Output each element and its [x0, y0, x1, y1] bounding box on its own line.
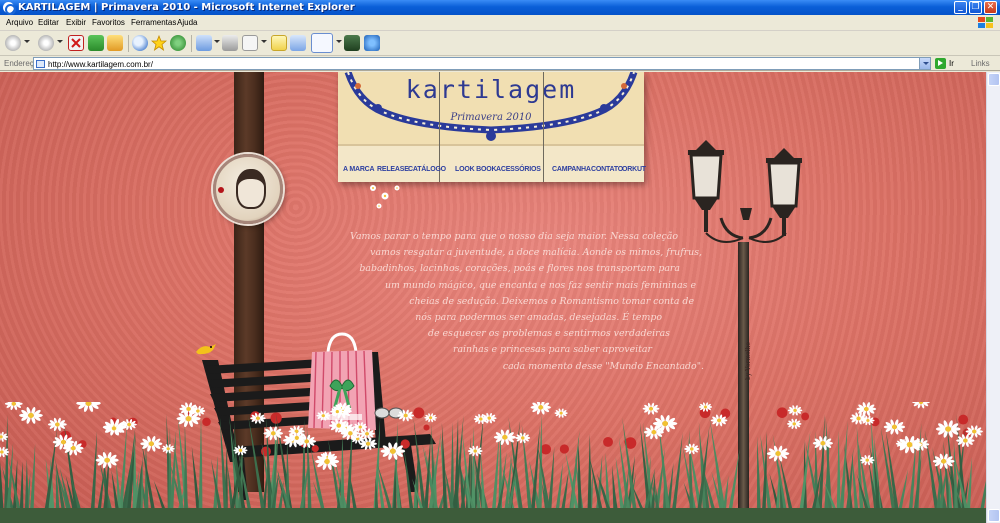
- daisy-icon: [19, 406, 43, 424]
- ground-strip: [0, 508, 986, 523]
- daisy-icon: [140, 435, 163, 452]
- scroll-up-icon[interactable]: [988, 73, 1000, 86]
- daisy-icon: [766, 445, 790, 462]
- search-icon[interactable]: [132, 35, 148, 51]
- menu-arquivo[interactable]: Arquivo: [6, 15, 33, 31]
- address-input[interactable]: http://www.kartilagem.com.br/: [33, 57, 931, 70]
- nav-acessorios[interactable]: ACESSÓRIOS: [496, 166, 541, 173]
- address-dropdown-icon[interactable]: [919, 58, 930, 69]
- poem-line: babadinhos, lacinhos, corações, poás e f…: [359, 263, 680, 275]
- season-title: Primavera 2010: [450, 112, 532, 123]
- refresh-icon[interactable]: [88, 35, 104, 51]
- poem-line: vamos resgatar a juventude, a doce malíc…: [370, 247, 702, 259]
- daisy-icon: [684, 443, 700, 455]
- forward-icon[interactable]: [38, 35, 54, 51]
- minimize-button[interactable]: _: [954, 1, 967, 14]
- discuss-icon[interactable]: [271, 35, 287, 51]
- stop-icon[interactable]: [68, 35, 84, 51]
- windows-logo-icon: [978, 17, 993, 28]
- nav-a-marca[interactable]: A MARCA: [343, 166, 375, 173]
- back-icon[interactable]: [5, 35, 21, 51]
- poem-line: nós para podermos ser amadas, desejadas.…: [415, 312, 662, 324]
- menu-bar: Arquivo Editar Exibir Favoritos Ferramen…: [0, 15, 1000, 31]
- daisy-icon: [48, 417, 67, 432]
- home-icon[interactable]: [107, 35, 123, 51]
- mail-icon[interactable]: [196, 35, 212, 51]
- daisy-icon: [897, 435, 922, 454]
- nav-contato[interactable]: CONTATO: [591, 166, 623, 173]
- msn-icon[interactable]: [364, 35, 380, 51]
- daisy-icon: [316, 410, 331, 421]
- street-lamp-icon: [688, 140, 802, 243]
- menu-editar[interactable]: Editar: [38, 15, 59, 31]
- history-icon[interactable]: [170, 35, 186, 51]
- nav-campanha[interactable]: CAMPANHA: [552, 166, 591, 173]
- vertical-scrollbar[interactable]: [986, 72, 1000, 523]
- toolbar: [0, 31, 1000, 56]
- mail-dropdown-icon[interactable]: [214, 40, 220, 43]
- tools-icon[interactable]: [344, 35, 360, 51]
- daisy-icon: [554, 408, 568, 418]
- menu-ferramentas[interactable]: Ferramentas: [131, 15, 176, 31]
- toolbar-separator: [191, 35, 192, 52]
- favorites-icon[interactable]: [150, 34, 168, 51]
- edit-icon[interactable]: [242, 35, 258, 51]
- window-title: KARTILAGEM | Primavera 2010 - Microsoft …: [18, 2, 355, 13]
- daisy-icon: [787, 418, 802, 429]
- poem-line: um mundo mágico, que encanta e nos faz s…: [385, 279, 696, 291]
- daisy-icon: [883, 419, 906, 435]
- research-dropdown-icon[interactable]: [336, 40, 342, 43]
- forward-dropdown-icon[interactable]: [57, 40, 63, 43]
- menu-ajuda[interactable]: Ajuda: [177, 15, 197, 31]
- main-navigation: A MARCA RELEASE CATÁLOGO LOOK BOOK ACESS…: [338, 166, 646, 180]
- go-button[interactable]: Ir: [949, 56, 954, 71]
- edit-dropdown-icon[interactable]: [261, 40, 267, 43]
- girl-portrait: [236, 169, 266, 209]
- links-button[interactable]: Links: [971, 56, 990, 71]
- daisy-icon: [424, 413, 437, 423]
- nav-release[interactable]: RELEASE: [377, 166, 409, 173]
- toolbar-separator: [128, 35, 129, 52]
- daisy-icon: [4, 402, 23, 411]
- print-icon[interactable]: [222, 35, 238, 51]
- daisy-icon: [473, 413, 488, 425]
- poem-line: cheias de sedução. Deixemos o Romantismo…: [409, 295, 694, 307]
- poem-line: Vamos parar o tempo para que o nosso dia…: [350, 231, 678, 242]
- address-bar: Endereço http://www.kartilagem.com.br/ I…: [0, 56, 1000, 71]
- go-icon[interactable]: [935, 58, 946, 69]
- title-bar: KARTILAGEM | Primavera 2010 - Microsoft …: [0, 0, 1000, 15]
- daisy-icon: [912, 402, 930, 409]
- site-header-banner: kartilagem Primavera 2010 A MARCA RELEAS…: [338, 72, 646, 182]
- daisy-icon: [95, 452, 119, 469]
- banner-ribbon: [338, 144, 644, 146]
- back-dropdown-icon[interactable]: [24, 40, 30, 43]
- daisy-icon: [530, 402, 551, 415]
- nav-orkut[interactable]: ORKUT: [622, 166, 646, 173]
- nav-catalogo[interactable]: CATÁLOGO: [408, 166, 446, 173]
- close-button[interactable]: ✕: [984, 1, 997, 14]
- messenger-icon[interactable]: [290, 35, 306, 51]
- medallion-illustration[interactable]: [213, 154, 283, 224]
- page-viewport: kartilagem Primavera 2010 A MARCA RELEAS…: [0, 72, 986, 523]
- menu-exibir[interactable]: Exibir: [66, 15, 86, 31]
- menu-favoritos[interactable]: Favoritos: [92, 15, 125, 31]
- daisy-icon: [642, 402, 660, 415]
- address-url[interactable]: http://www.kartilagem.com.br/: [48, 57, 153, 72]
- daisy-icon: [397, 409, 414, 422]
- research-icon[interactable]: [311, 33, 333, 53]
- daisy-icon: [787, 405, 803, 416]
- page-icon: [36, 60, 45, 68]
- daisy-grass-foreground: [0, 402, 986, 523]
- nav-look-book[interactable]: LOOK BOOK: [455, 166, 497, 173]
- daisy-icon: [76, 402, 101, 412]
- red-pin-icon: [218, 187, 224, 193]
- artist-signature: by Vermelho: [745, 342, 752, 380]
- maximize-button[interactable]: ❐: [969, 1, 982, 14]
- daisy-icon: [643, 425, 664, 440]
- scroll-down-icon[interactable]: [988, 509, 1000, 522]
- brand-logo[interactable]: kartilagem: [338, 75, 644, 104]
- ie-icon: [3, 2, 16, 15]
- flower-cluster-icon: [370, 185, 400, 209]
